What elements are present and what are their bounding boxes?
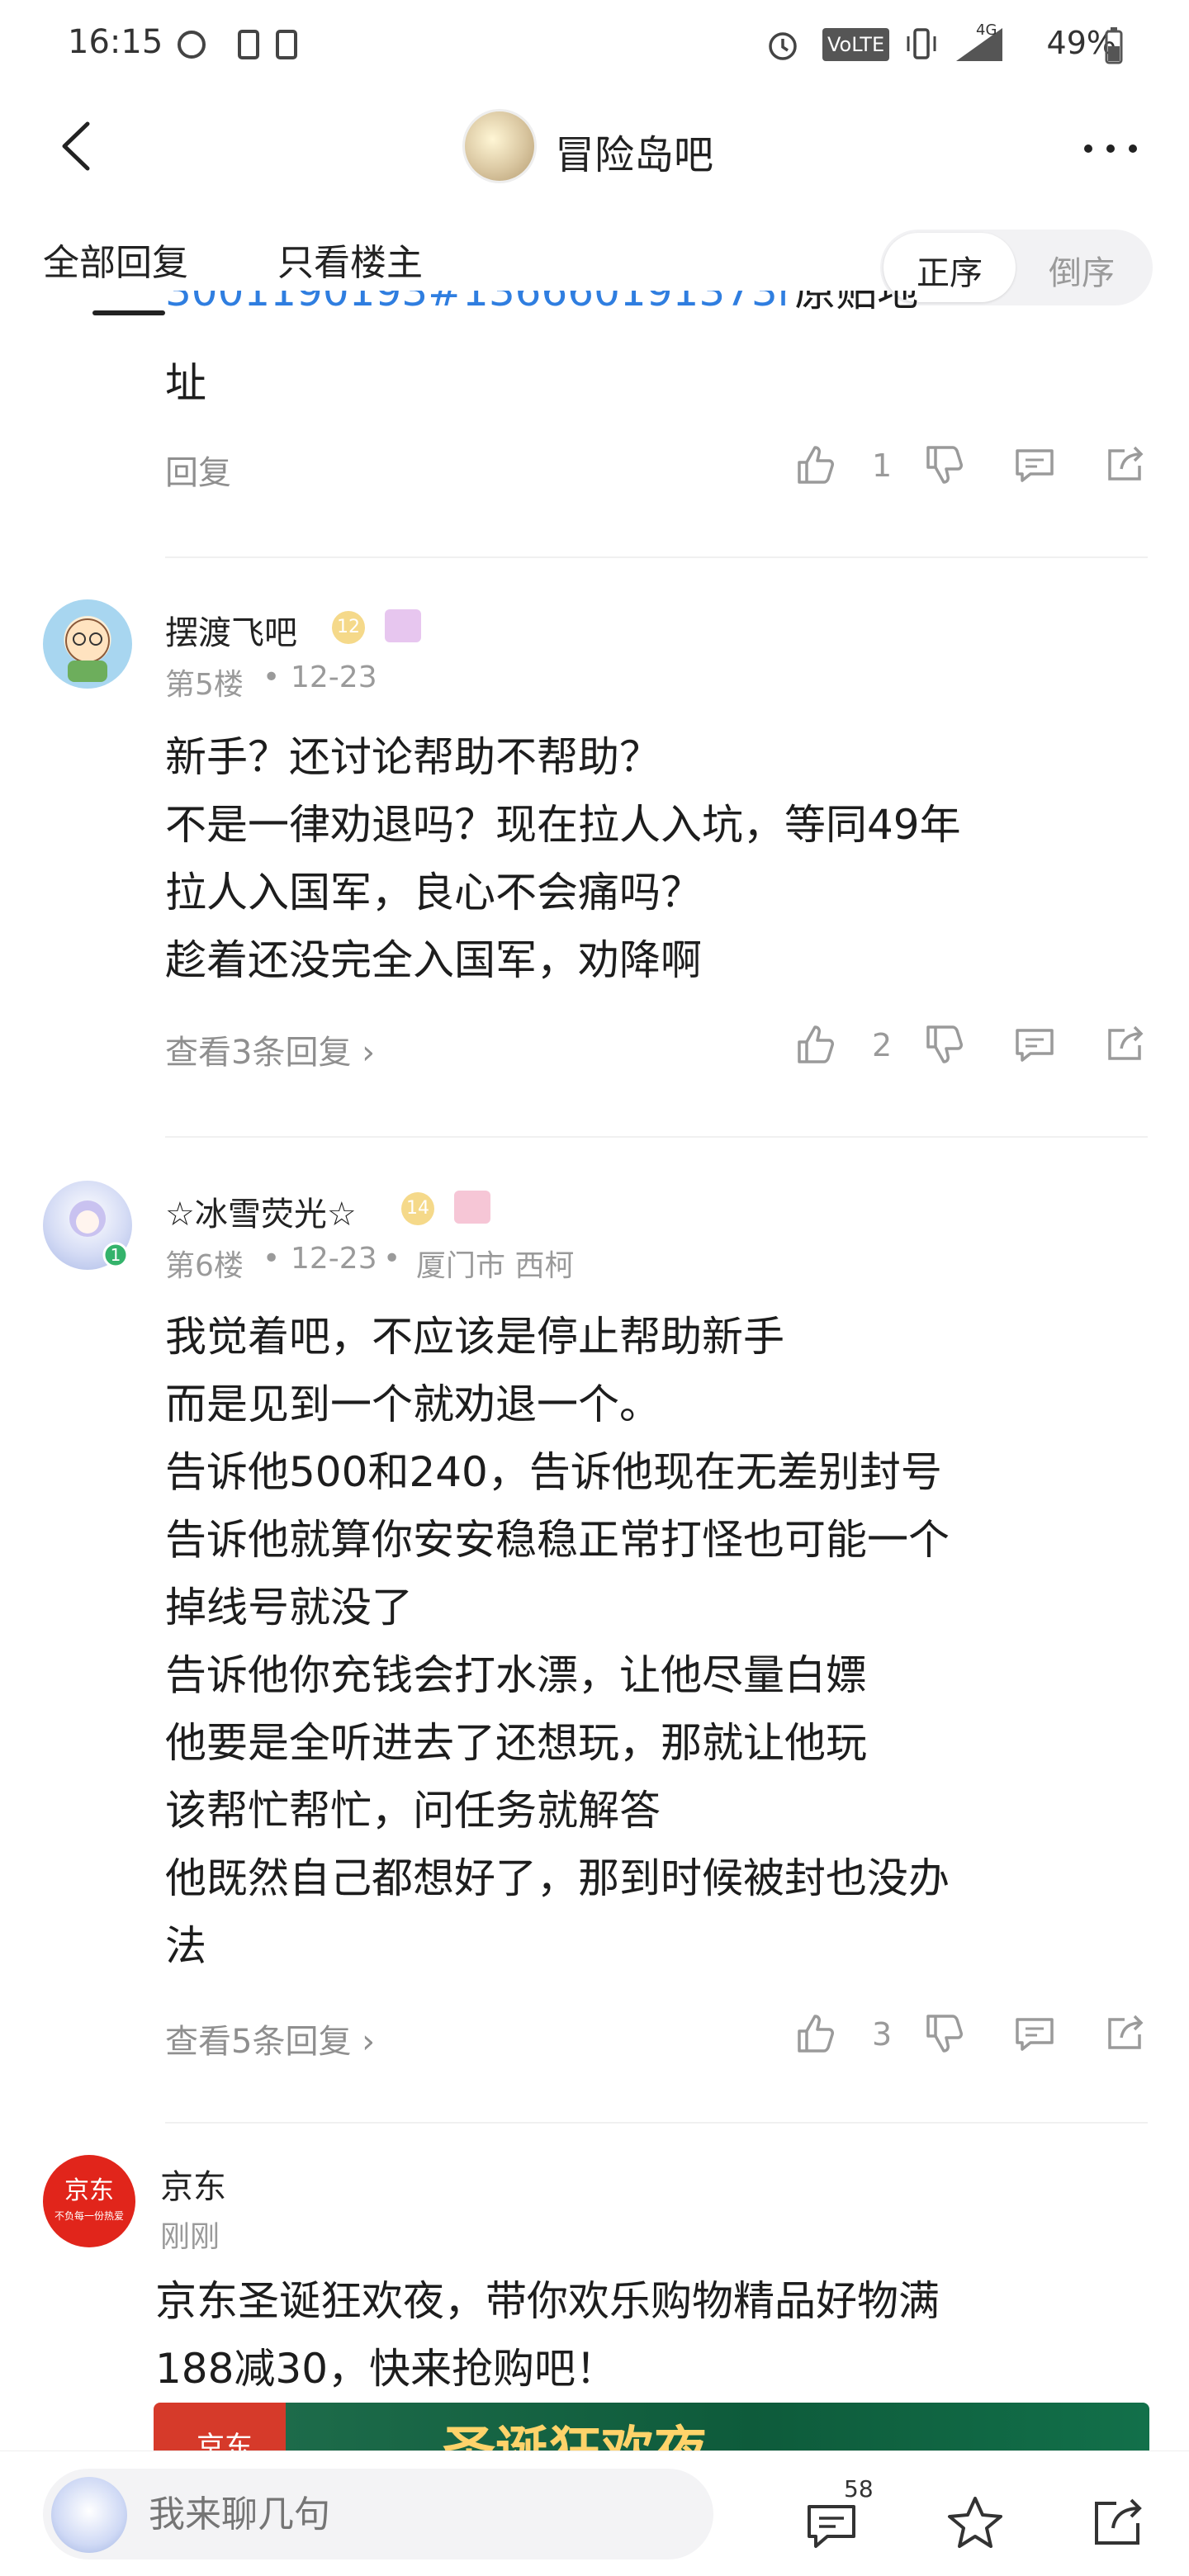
jd-logo-slogan: 不负每一份热爱 (54, 2210, 124, 2222)
post-line: 法 (165, 1922, 206, 1970)
post-body: 新手？还讨论帮助不帮助？ 不是一律劝退吗？现在拉人入坑，等同49年 拉人入国军，… (165, 723, 1139, 994)
tab-owner-only[interactable]: 只看楼主 (277, 233, 423, 286)
view-replies-label: 查看3条回复 (165, 1034, 352, 1072)
ad-body[interactable]: 京东圣诞狂欢夜，带你欢乐购物精品好物满 188减30，快来抢购吧！ (155, 2267, 1154, 2403)
floor-number: 第6楼 (165, 1249, 244, 1283)
like-icon[interactable] (793, 1022, 837, 1067)
comment-icon[interactable] (1012, 1022, 1057, 1067)
dislike-icon[interactable] (921, 443, 966, 487)
forum-avatar[interactable] (462, 109, 537, 183)
prev-post-text-wrap: 址 (165, 359, 206, 407)
back-icon[interactable] (50, 117, 107, 175)
divider (165, 1136, 1148, 1138)
volte-badge: VoLTE (822, 28, 890, 61)
post-line: 拉人入国军，良心不会痛吗？ (165, 869, 702, 916)
floor-number: 第5楼 (165, 668, 244, 702)
share-icon[interactable] (1103, 2011, 1148, 2056)
post-line: 掉线号就没了 (165, 1584, 413, 1631)
post-actions: 2 (793, 1022, 1148, 1072)
post-date: 12-23 (291, 1242, 377, 1276)
svg-text:1: 1 (111, 1245, 121, 1265)
meta-dot: • (263, 661, 281, 694)
post-line: 告诉他你充钱会打水漂，让他尽量白嫖 (165, 1651, 867, 1699)
post-line: 我觉着吧，不应该是停止帮助新手 (165, 1313, 784, 1361)
page-title: 冒险岛吧 (555, 132, 714, 178)
sort-asc-button[interactable]: 正序 (917, 246, 983, 294)
share-icon[interactable] (1103, 1022, 1148, 1067)
post-line: 新手？还讨论帮助不帮助？ (165, 733, 661, 781)
view-replies-button[interactable]: 查看5条回复 › (165, 2015, 375, 2062)
prev-post-first-line: 3001190193#136660191373r原贴地 (165, 291, 1073, 337)
zodiac-badge-icon (454, 1191, 490, 1224)
reply-input[interactable] (147, 2493, 642, 2536)
like-count: 3 (872, 2016, 893, 2053)
like-count: 2 (872, 1027, 893, 1063)
view-replies-button[interactable]: 查看3条回复 › (165, 1025, 375, 1073)
post-date: 12-23 (291, 661, 377, 694)
dislike-icon[interactable] (921, 2011, 966, 2056)
post-line: 趁着还没完全入国军，劝降啊 (165, 936, 702, 984)
meta-dot: • (383, 1242, 401, 1276)
ad-time: 刚刚 (160, 2220, 220, 2254)
comment-icon[interactable] (1012, 2011, 1057, 2056)
share-icon[interactable] (1090, 2493, 1148, 2551)
status-time: 16:15 (68, 23, 163, 61)
ad-name[interactable]: 京东 (160, 2160, 226, 2208)
post-line: 告诉他500和240，告诉他现在无差别封号 (165, 1448, 942, 1496)
status-bar: 16:15 VoLTE 4G 49% (0, 0, 1189, 92)
post-line: 不是一律劝退吗？现在拉人入坑，等同49年 (165, 801, 961, 849)
like-icon[interactable] (793, 2011, 837, 2056)
signal-label: 4G (976, 21, 997, 39)
comments-icon[interactable] (803, 2495, 860, 2553)
post-location: 厦门市 西柯 (416, 1249, 575, 1283)
meta-dot: • (263, 1242, 281, 1276)
view-replies-label: 查看5条回复 (165, 2023, 352, 2061)
comment-icon[interactable] (1012, 443, 1057, 487)
reply-button[interactable]: 回复 (165, 446, 231, 494)
prev-post-link[interactable]: 3001190193#136660191373r (165, 291, 794, 315)
level-badge: 12 (332, 611, 365, 644)
username[interactable]: ☆冰雪荧光☆ (165, 1187, 357, 1235)
my-avatar (51, 2477, 127, 2553)
divider (165, 2122, 1148, 2124)
jd-logo-text: 京东 (64, 2176, 114, 2205)
tab-active-indicator (92, 310, 165, 315)
zodiac-badge-icon (385, 609, 421, 642)
post-line: 而是见到一个就劝退一个。 (165, 1380, 661, 1428)
post-line: 他既然自己都想好了，那到时候被封也没办 (165, 1854, 950, 1902)
sort-desc-button[interactable]: 倒序 (1049, 246, 1115, 294)
ad-line: 京东圣诞狂欢夜，带你欢乐购物精品好物满 (155, 2277, 940, 2325)
vibrate-icon (907, 28, 936, 59)
level-badge: 14 (401, 1192, 434, 1225)
battery-icon (1105, 27, 1123, 64)
jd-logo[interactable]: 京东 不负每一份热爱 (43, 2155, 135, 2247)
post-line: 该帮忙帮忙，问任务就解答 (165, 1787, 661, 1835)
post-body: 我觉着吧，不应该是停止帮助新手 而是见到一个就劝退一个。 告诉他500和240，… (165, 1303, 1139, 1980)
post-line: 告诉他就算你安安稳稳正常打怪也可能一个 (165, 1516, 950, 1564)
like-count: 1 (872, 447, 893, 484)
username[interactable]: 摆渡飞吧 (165, 606, 297, 654)
tab-all-replies[interactable]: 全部回复 (43, 233, 188, 286)
dislike-icon[interactable] (921, 1022, 966, 1067)
post-line: 他要是全听进去了还想玩，那就让他玩 (165, 1719, 867, 1767)
star-icon[interactable] (946, 2493, 1004, 2551)
prev-post-actions: 1 (793, 443, 1148, 492)
divider (165, 556, 1148, 558)
comment-count: 58 (844, 2475, 874, 2503)
notification-icons (178, 30, 297, 59)
more-icon[interactable] (1073, 124, 1148, 173)
post-actions: 3 (793, 2011, 1148, 2061)
like-icon[interactable] (793, 443, 837, 487)
user-avatar[interactable]: 1 (43, 1181, 132, 1270)
user-avatar[interactable] (43, 599, 132, 689)
ad-line: 188减30，快来抢购吧！ (155, 2345, 618, 2393)
prev-post-text: 原贴地 (794, 291, 919, 315)
alarm-icon (769, 32, 797, 60)
share-icon[interactable] (1103, 443, 1148, 487)
